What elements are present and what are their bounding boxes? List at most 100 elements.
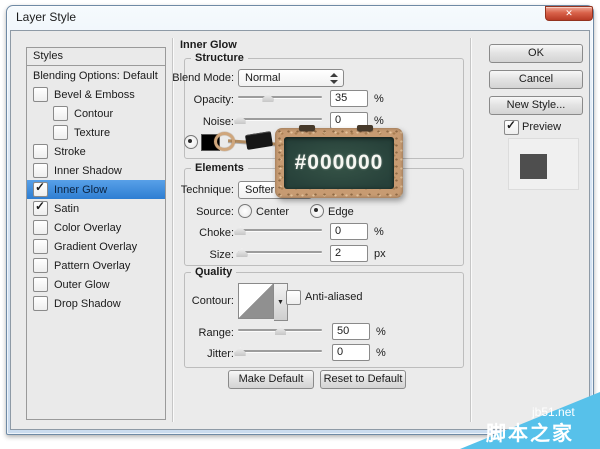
sidebar-item-label: Pattern Overlay <box>54 259 131 272</box>
effect-title: Inner Glow <box>180 39 237 51</box>
styles-list-header: Styles <box>27 48 165 66</box>
sidebar-item-label: Bevel & Emboss <box>54 88 135 101</box>
noise-slider[interactable] <box>234 113 322 124</box>
sidebar-item-gradient-overlay[interactable]: Gradient Overlay <box>27 237 165 256</box>
sidebar-item-bevel-emboss[interactable]: Bevel & Emboss <box>27 85 165 104</box>
preview-label: Preview <box>522 121 562 133</box>
jitter-input[interactable]: 0 <box>332 344 370 361</box>
range-unit: % <box>376 326 386 338</box>
sidebar-item-outer-glow[interactable]: Outer Glow <box>27 275 165 294</box>
noise-label: Noise: <box>202 116 234 128</box>
sidebar-item-label: Blending Options: Default <box>33 69 158 82</box>
sidebar-item-label: Texture <box>74 126 111 139</box>
ok-button[interactable]: OK <box>489 44 583 63</box>
contour-picker[interactable]: ▼ <box>238 283 288 321</box>
make-default-button[interactable]: Make Default <box>228 370 314 389</box>
sidebar-item-label: Inner Shadow <box>54 164 122 177</box>
range-slider[interactable] <box>238 324 322 335</box>
choke-label: Choke: <box>199 227 234 239</box>
range-input[interactable]: 50 <box>332 323 370 340</box>
color-tag-overlay: #000000 <box>275 125 403 198</box>
opacity-label: Opacity: <box>193 94 234 106</box>
sidebar-item-satin[interactable]: ✓ Satin <box>27 199 165 218</box>
source-edge-radio[interactable] <box>310 204 324 218</box>
blend-mode-label: Blend Mode: <box>172 72 234 84</box>
checkbox-icon[interactable] <box>33 163 48 178</box>
sidebar-item-stroke[interactable]: Stroke <box>27 142 165 161</box>
reset-to-default-button[interactable]: Reset to Default <box>320 370 406 389</box>
sidebar-item-inner-glow[interactable]: ✓ Inner Glow <box>27 180 165 199</box>
contour-thumbnail[interactable] <box>238 283 274 319</box>
sidebar-item-drop-shadow[interactable]: Drop Shadow <box>27 294 165 313</box>
dialog-title: Layer Style <box>16 10 77 24</box>
sidebar-item-contour[interactable]: Contour <box>27 104 165 123</box>
sidebar-item-blending-options[interactable]: Blending Options: Default <box>27 66 165 85</box>
structure-legend: Structure <box>191 52 248 64</box>
slider-thumb-icon[interactable] <box>262 93 274 102</box>
sidebar-item-label: Drop Shadow <box>54 297 121 310</box>
dropdown-stepper-icon <box>330 73 338 84</box>
quality-legend: Quality <box>191 266 237 278</box>
watermark: jb51.net 脚本之家 <box>460 392 600 449</box>
jitter-unit: % <box>376 347 386 359</box>
checkbox-icon[interactable] <box>33 277 48 292</box>
size-slider[interactable] <box>236 246 322 257</box>
divider-right <box>470 38 471 422</box>
glow-color-radio[interactable] <box>184 135 198 149</box>
source-center-radio[interactable] <box>238 204 252 218</box>
slider-thumb-icon[interactable] <box>275 326 286 335</box>
checkbox-icon[interactable] <box>33 87 48 102</box>
tag-string-loop-icon <box>214 132 235 151</box>
range-label: Range: <box>198 327 234 339</box>
opacity-slider[interactable] <box>238 91 322 102</box>
checkbox-icon[interactable]: ✓ <box>33 180 48 197</box>
sidebar-item-inner-shadow[interactable]: Inner Shadow <box>27 161 165 180</box>
source-edge-label: Edge <box>328 206 354 218</box>
choke-slider[interactable] <box>234 224 322 235</box>
close-icon: ✕ <box>565 8 573 18</box>
source-center-label: Center <box>256 206 290 218</box>
styles-list: Styles Blending Options: Default Bevel &… <box>26 47 166 420</box>
source-label: Source: <box>196 206 234 218</box>
noise-unit: % <box>374 115 384 127</box>
checkbox-icon[interactable] <box>33 239 48 254</box>
sidebar-item-label: Contour <box>74 107 114 120</box>
sidebar-item-label: Satin <box>54 202 80 215</box>
checkbox-icon[interactable] <box>53 125 68 140</box>
elements-legend: Elements <box>191 162 248 174</box>
cancel-button[interactable]: Cancel <box>489 70 583 89</box>
antialiased-label: Anti-aliased <box>305 291 363 303</box>
size-unit: px <box>374 248 386 260</box>
jitter-slider[interactable] <box>234 345 322 356</box>
choke-unit: % <box>374 226 384 238</box>
tag-hinge-icon <box>299 125 315 131</box>
choke-input[interactable]: 0 <box>330 223 368 240</box>
size-input[interactable]: 2 <box>330 245 368 262</box>
size-label: Size: <box>209 249 234 261</box>
sidebar-item-color-overlay[interactable]: Color Overlay <box>27 218 165 237</box>
sidebar-item-label: Inner Glow <box>54 183 108 196</box>
new-style-button[interactable]: New Style... <box>489 96 583 115</box>
antialiased-checkbox[interactable] <box>286 290 301 305</box>
checkbox-icon[interactable] <box>33 144 48 159</box>
technique-label: Technique: <box>180 184 234 196</box>
preview-swatch <box>520 154 547 179</box>
sidebar-item-label: Color Overlay <box>54 221 122 234</box>
checkbox-icon[interactable] <box>33 258 48 273</box>
chalkboard: #000000 <box>284 137 394 189</box>
opacity-input[interactable]: 35 <box>330 90 368 107</box>
color-hex-value: #000000 <box>294 151 384 174</box>
slider-thumb-icon[interactable] <box>236 248 248 257</box>
checkbox-icon[interactable] <box>33 296 48 311</box>
checkbox-icon[interactable]: ✓ <box>33 199 48 216</box>
blend-mode-select[interactable]: Normal <box>238 69 344 87</box>
opacity-unit: % <box>374 93 384 105</box>
sidebar-item-label: Gradient Overlay <box>54 240 138 253</box>
sidebar-item-pattern-overlay[interactable]: Pattern Overlay <box>27 256 165 275</box>
preview-checkbox[interactable]: ✓ <box>504 118 519 135</box>
close-button[interactable]: ✕ <box>545 6 593 21</box>
screenshot-stage: Layer Style ✕ Styles Blending Options: D… <box>0 0 600 449</box>
sidebar-item-texture[interactable]: Texture <box>27 123 165 142</box>
checkbox-icon[interactable] <box>33 220 48 235</box>
checkbox-icon[interactable] <box>53 106 68 121</box>
